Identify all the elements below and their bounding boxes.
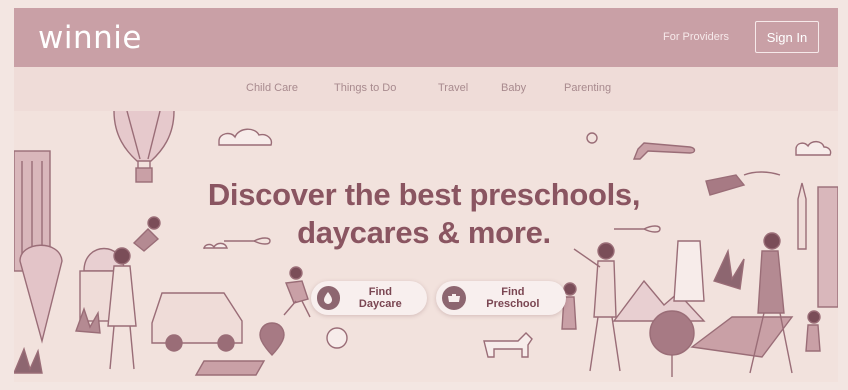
page-frame: winnie For Providers Sign In Child Care … xyxy=(14,8,838,382)
hero-headline: Discover the best preschools, daycares &… xyxy=(204,176,644,252)
headline-line-2: daycares & more. xyxy=(297,215,551,250)
parent-child-icon xyxy=(107,216,161,370)
headline-line-1: Discover the best preschools, xyxy=(207,177,641,212)
daycare-icon xyxy=(317,286,340,310)
building-icon xyxy=(817,186,838,308)
nav-item-parenting[interactable]: Parenting xyxy=(564,82,611,94)
running-child-icon xyxy=(283,266,311,318)
find-preschool-button[interactable]: Find Preschool xyxy=(436,281,566,315)
category-nav: Child Care Things to Do Travel Baby Pare… xyxy=(14,67,838,111)
soccer-ball-icon xyxy=(326,327,348,349)
nav-item-baby[interactable]: Baby xyxy=(501,82,526,94)
airplane-icon xyxy=(632,142,696,160)
nav-item-travel[interactable]: Travel xyxy=(438,82,468,94)
tower-icon xyxy=(797,182,807,250)
parent-child-walking-icon xyxy=(561,242,621,372)
car-icon xyxy=(151,292,243,352)
nav-item-child-care[interactable]: Child Care xyxy=(246,82,298,94)
find-daycare-button[interactable]: Find Daycare xyxy=(311,281,427,315)
for-providers-link[interactable]: For Providers xyxy=(663,31,729,43)
cloud-icon xyxy=(218,128,273,146)
nav-item-things-to-do[interactable]: Things to Do xyxy=(334,82,396,94)
sign-in-button[interactable]: Sign In xyxy=(755,21,819,53)
plant-icon xyxy=(713,248,745,290)
cloud-icon xyxy=(795,140,832,156)
find-daycare-label: Find Daycare xyxy=(358,286,402,310)
winnie-logo[interactable]: winnie xyxy=(38,20,142,56)
map-pin-icon xyxy=(259,322,285,356)
top-header: winnie For Providers Sign In xyxy=(14,8,838,67)
bottle-icon xyxy=(673,240,705,302)
plant-icon xyxy=(14,346,43,374)
flying-rug-icon xyxy=(705,174,746,196)
ice-cream-icon xyxy=(19,244,63,344)
tree-icon xyxy=(649,310,695,356)
hot-air-balloon-icon xyxy=(113,111,175,183)
dog-icon xyxy=(483,332,533,358)
find-preschool-label: Find Preschool xyxy=(486,286,540,310)
preschool-icon xyxy=(442,286,466,310)
sun-icon xyxy=(586,132,598,144)
